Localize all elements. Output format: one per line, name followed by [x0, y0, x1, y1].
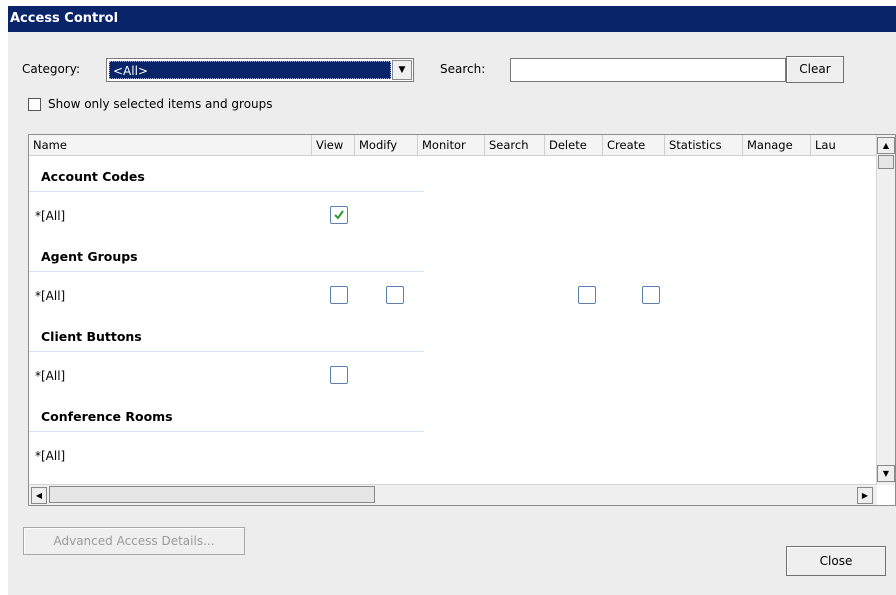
- group-divider: [29, 351, 424, 352]
- group-title-conference-rooms: Conference Rooms: [41, 409, 173, 424]
- client-buttons-view-checkbox[interactable]: [330, 366, 348, 384]
- group-title-account-codes: Account Codes: [41, 169, 145, 184]
- column-header-view[interactable]: View: [312, 135, 355, 155]
- vertical-scroll-thumb[interactable]: [878, 155, 894, 169]
- arrow-down-icon[interactable]: ▼: [877, 465, 895, 482]
- column-header-statistics[interactable]: Statistics: [665, 135, 743, 155]
- column-header-manage[interactable]: Manage: [743, 135, 811, 155]
- column-header-delete[interactable]: Delete: [545, 135, 603, 155]
- access-control-dialog: Access Control Category: <All> ▼ Search:…: [8, 6, 896, 595]
- window-title: Access Control: [8, 6, 896, 32]
- close-button[interactable]: Close: [786, 546, 886, 576]
- column-header-modify[interactable]: Modify: [355, 135, 418, 155]
- group-divider: [29, 191, 424, 192]
- agent-groups-view-checkbox[interactable]: [330, 286, 348, 304]
- horizontal-scrollbar[interactable]: ◀ ▶: [29, 484, 877, 505]
- row-label-account-codes-all: *[All]: [35, 209, 66, 223]
- permissions-grid: Name View Modify Monitor Search Delete C…: [28, 134, 896, 506]
- account-codes-view-checkbox[interactable]: [330, 206, 348, 224]
- column-header-create[interactable]: Create: [603, 135, 665, 155]
- category-dropdown[interactable]: <All> ▼: [106, 58, 414, 82]
- group-divider: [29, 431, 424, 432]
- group-title-agent-groups: Agent Groups: [41, 249, 138, 264]
- column-header-name[interactable]: Name: [29, 135, 312, 155]
- group-title-client-buttons: Client Buttons: [41, 329, 142, 344]
- arrow-up-icon[interactable]: ▲: [877, 137, 895, 154]
- show-selected-checkbox[interactable]: [28, 98, 41, 111]
- agent-groups-create-checkbox[interactable]: [642, 286, 660, 304]
- checkmark-icon: [334, 210, 344, 220]
- clear-button[interactable]: Clear: [786, 56, 844, 83]
- grid-header: Name View Modify Monitor Search Delete C…: [29, 135, 877, 156]
- advanced-access-details-button[interactable]: Advanced Access Details...: [23, 527, 245, 555]
- row-label-client-buttons-all: *[All]: [35, 369, 66, 383]
- vertical-scrollbar[interactable]: ▲ ▼: [876, 135, 895, 485]
- horizontal-scroll-thumb[interactable]: [49, 486, 375, 503]
- search-label: Search:: [440, 62, 486, 76]
- category-label: Category:: [22, 62, 80, 76]
- row-label-conference-rooms-all: *[All]: [35, 449, 66, 463]
- agent-groups-delete-checkbox[interactable]: [578, 286, 596, 304]
- column-header-search[interactable]: Search: [485, 135, 545, 155]
- show-selected-label: Show only selected items and groups: [48, 97, 273, 111]
- search-input[interactable]: [510, 58, 786, 82]
- dropdown-arrow-icon[interactable]: ▼: [392, 60, 412, 80]
- arrow-left-icon[interactable]: ◀: [31, 487, 47, 504]
- column-header-monitor[interactable]: Monitor: [418, 135, 485, 155]
- group-divider: [29, 271, 424, 272]
- arrow-right-icon[interactable]: ▶: [857, 487, 873, 504]
- row-label-agent-groups-all: *[All]: [35, 289, 66, 303]
- agent-groups-modify-checkbox[interactable]: [386, 286, 404, 304]
- column-header-launch[interactable]: Lau: [811, 135, 877, 155]
- category-selected-value: <All>: [109, 61, 391, 79]
